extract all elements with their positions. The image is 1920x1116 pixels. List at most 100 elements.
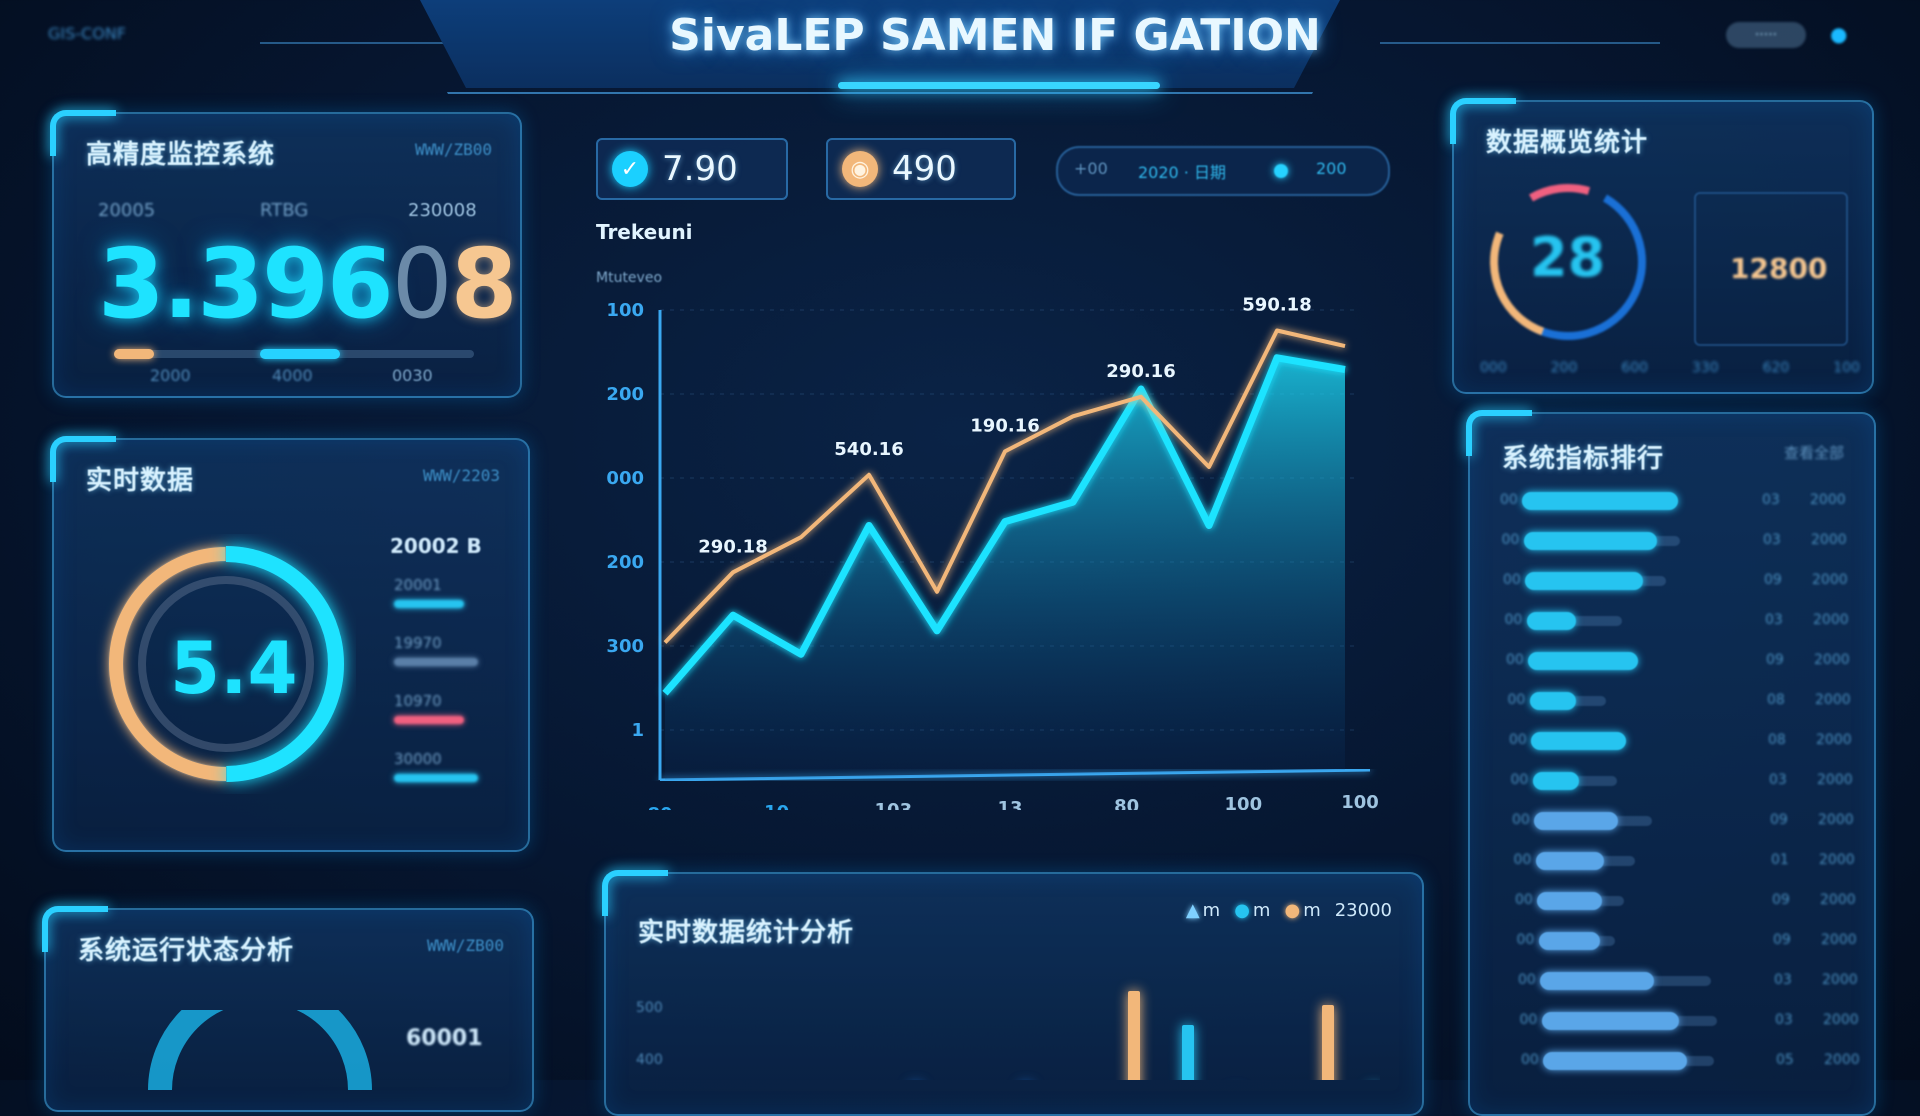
right-list-row-bar[interactable] xyxy=(1540,972,1654,990)
chart-y-tick-label: 100 xyxy=(606,300,644,321)
right-list-row-value: 2000 xyxy=(1824,1052,1860,1068)
right-top-foot-label: 000 xyxy=(1480,360,1507,376)
right-list-row-mid: 03 xyxy=(1765,612,1783,628)
right-list-row-bar[interactable] xyxy=(1526,612,1576,630)
right-list-row-mid: 09 xyxy=(1764,572,1782,588)
right-list-row-bar[interactable] xyxy=(1528,652,1638,670)
metric-card-1[interactable]: ✓ 7.90 xyxy=(596,138,788,200)
gauge-legend-bar xyxy=(394,774,478,782)
chart-data-label: 590.18 xyxy=(1242,295,1311,316)
right-list-row-mid: 03 xyxy=(1769,772,1787,788)
right-list-card: 系统指标排行 查看全部 xyxy=(1468,412,1876,1116)
header-status-icon[interactable]: ● xyxy=(1830,22,1847,46)
left-top-col-label-3: 230008 xyxy=(408,200,477,221)
filter-pill-middle[interactable]: 2020 · 日期 xyxy=(1138,159,1226,183)
right-list-row-code: 00 xyxy=(1506,652,1524,668)
filter-pill-dot-icon xyxy=(1274,164,1288,178)
left-bottom-value: 60001 xyxy=(406,1026,483,1051)
dot-icon: ● xyxy=(1284,900,1301,921)
metric-value-1: 7.90 xyxy=(662,149,738,189)
right-list-row-mid: 08 xyxy=(1768,732,1786,748)
left-top-foot-2: 4000 xyxy=(272,366,313,385)
gauge-legend-title: 20002 B xyxy=(390,534,482,558)
gauge-legend-label: 20001 xyxy=(394,576,442,594)
filter-pill-left[interactable]: +00 xyxy=(1074,159,1108,178)
right-list-row-bar[interactable] xyxy=(1529,692,1576,710)
right-list-row-mid: 08 xyxy=(1767,692,1785,708)
right-list-action[interactable]: 查看全部 xyxy=(1784,442,1844,463)
dot-icon: ● xyxy=(1234,900,1250,921)
gauge-legend-item: 19970 xyxy=(394,634,494,666)
left-bottom-card-subtitle: WWW/ZB00 xyxy=(426,936,504,955)
chart-data-label: 540.16 xyxy=(834,439,903,460)
right-list-row-bar[interactable] xyxy=(1538,932,1600,950)
right-list-row-code: 00 xyxy=(1518,972,1536,988)
right-list-row-mid: 09 xyxy=(1766,652,1784,668)
left-top-card-subtitle: WWW/ZB00 xyxy=(414,140,492,159)
right-list-row-bar[interactable] xyxy=(1532,772,1579,790)
chart-y-tick-label: 000 xyxy=(606,468,644,489)
gauge-value: 5.4 xyxy=(170,626,298,710)
chart-y-tick-label: 300 xyxy=(606,636,644,657)
right-list-row-code: 00 xyxy=(1513,852,1532,868)
right-list-row-bar[interactable] xyxy=(1537,892,1602,910)
bottom-bar xyxy=(1128,991,1140,1080)
filter-pill-right[interactable]: 200 xyxy=(1316,159,1347,178)
header-right-button[interactable]: ····· xyxy=(1726,22,1806,48)
right-top-ring-value: 28 xyxy=(1530,226,1606,289)
right-list-row-value: 2000 xyxy=(1822,972,1858,988)
gauge-legend-label: 30000 xyxy=(394,750,442,768)
chart-data-label: 290.18 xyxy=(698,536,767,557)
right-list-row-bar[interactable] xyxy=(1523,532,1657,550)
gauge-legend-bar xyxy=(394,600,464,608)
right-list-row-value: 2000 xyxy=(1811,532,1847,548)
right-list-row-value: 2000 xyxy=(1820,892,1856,908)
right-top-side-box xyxy=(1694,192,1848,346)
chart-y-tick-label: 200 xyxy=(606,384,644,405)
chart-y-tick-label: 200 xyxy=(606,552,644,573)
right-list-row-code: 00 xyxy=(1519,1012,1538,1028)
right-list-row-value: 2000 xyxy=(1817,772,1853,788)
right-list-row-value: 2000 xyxy=(1815,692,1851,708)
bottom-y-label-2: 400 xyxy=(636,1052,663,1068)
bottom-legend-item[interactable]: ● m xyxy=(1284,900,1320,921)
bottom-legend-item[interactable]: ● m xyxy=(1234,900,1270,921)
title-glow xyxy=(838,82,1160,89)
right-list-row-mid: 03 xyxy=(1763,532,1781,548)
left-top-col-label-1: 20005 xyxy=(98,200,156,221)
metric-value-2: 490 xyxy=(892,149,957,189)
right-top-card-title: 数据概览统计 xyxy=(1486,128,1649,158)
left-bottom-card-title: 系统运行状态分析 xyxy=(78,936,295,966)
chart-x-tick-label: 80 xyxy=(647,804,672,810)
right-list-row-bar[interactable] xyxy=(1522,492,1678,510)
bottom-legend-item[interactable]: ▲ m xyxy=(1186,900,1220,921)
right-list-row-bar[interactable] xyxy=(1531,732,1626,750)
right-list-row-code: 00 xyxy=(1515,892,1533,908)
metric-card-2[interactable]: ◉ 490 xyxy=(826,138,1016,200)
big-metric-main: 3.396 xyxy=(98,228,394,340)
left-gauge-card-title: 实时数据 xyxy=(86,466,195,496)
big-metric-suffix: 8 xyxy=(450,228,518,340)
right-top-foot-label: 100 xyxy=(1833,360,1860,376)
right-list-row-mid: 03 xyxy=(1762,492,1780,508)
main-line-chart: 100 200 000 200 300 1 80 10 103 13 80 100 100 290.18 5… xyxy=(606,295,1378,811)
right-list-row-bar[interactable] xyxy=(1541,1012,1679,1030)
right-list-row-value: 2000 xyxy=(1818,812,1854,828)
gauge-legend-bar xyxy=(394,716,464,724)
bottom-stats-legend: ▲ m ● m ● m 23000 xyxy=(1186,900,1392,921)
triangle-icon: ▲ xyxy=(1185,900,1200,921)
right-list-row-value: 2000 xyxy=(1814,652,1850,668)
right-list-row-bar[interactable] xyxy=(1525,572,1643,590)
right-list-row-bar[interactable] xyxy=(1535,852,1604,870)
left-bottom-ring xyxy=(148,1010,372,1090)
right-list-row-mid: 09 xyxy=(1770,812,1788,828)
gauge-legend-bar xyxy=(394,658,478,666)
bottom-stats-title: 实时数据统计分析 xyxy=(638,918,855,948)
filter-pill[interactable]: +00 2020 · 日期 200 xyxy=(1056,146,1390,196)
gauge-legend-item: 20001 xyxy=(394,576,494,608)
gauge-legend-item: 30000 xyxy=(394,750,494,782)
right-top-foot-label: 330 xyxy=(1691,360,1719,376)
right-list-row-bar[interactable] xyxy=(1534,812,1618,830)
right-list-row-bar[interactable] xyxy=(1543,1052,1687,1070)
right-list-row-value: 2000 xyxy=(1810,492,1846,508)
